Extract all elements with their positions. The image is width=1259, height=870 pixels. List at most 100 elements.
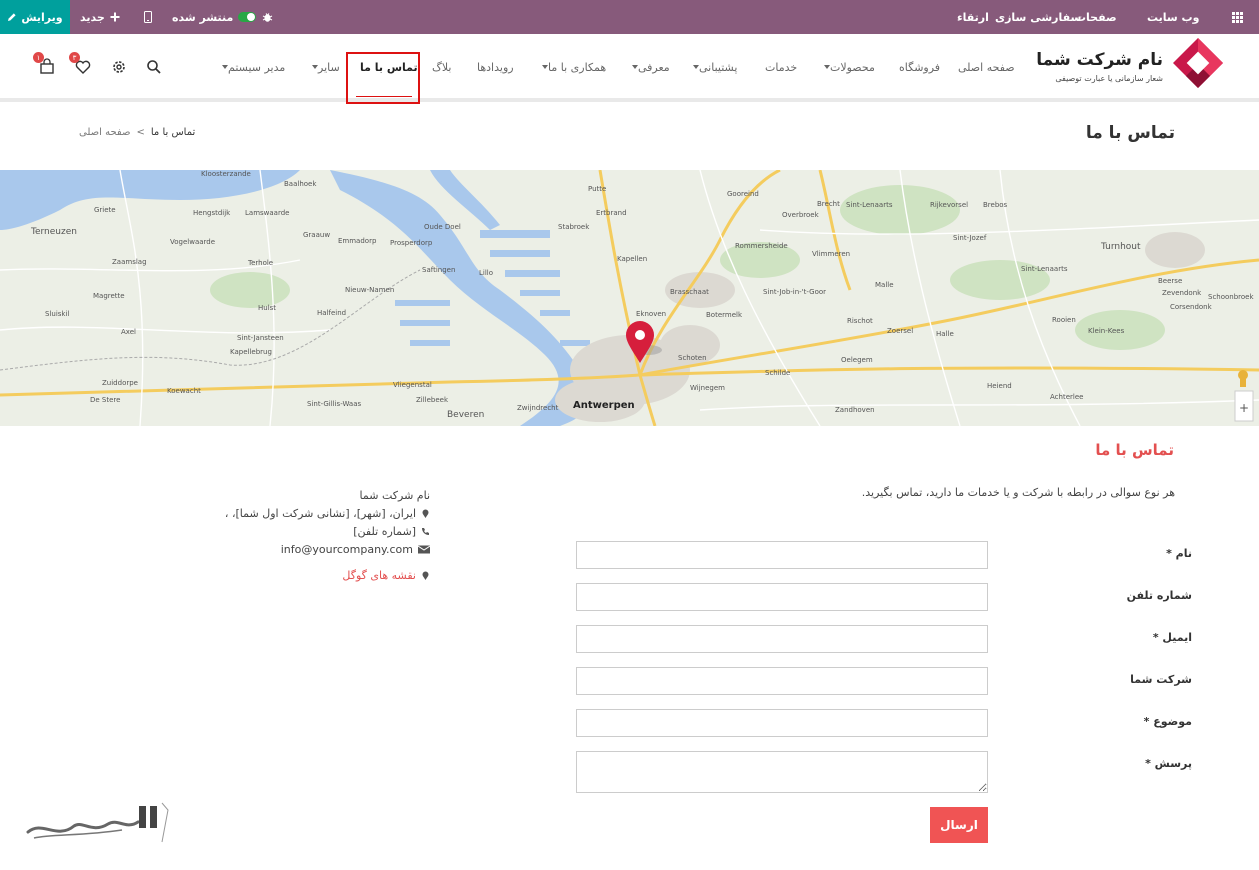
phone-icon xyxy=(422,527,429,535)
email-field[interactable] xyxy=(576,625,988,653)
nav-item-label: همکاری با ما xyxy=(548,60,607,74)
company-field[interactable] xyxy=(576,667,988,695)
phone-field[interactable] xyxy=(576,583,988,611)
map-label: Schilde xyxy=(765,369,791,377)
map-label: Botermelk xyxy=(706,311,743,319)
map-label: Halle xyxy=(936,330,954,338)
gear-icon[interactable] xyxy=(110,58,128,76)
published-label: منتشر شده xyxy=(172,10,234,24)
nav-item-support[interactable]: پشتیبانی xyxy=(690,34,737,100)
watermark-logo xyxy=(26,802,169,843)
info-email[interactable]: info@yourcompany.com xyxy=(281,543,413,556)
email-line: info@yourcompany.com xyxy=(260,540,430,558)
nav-item-label: مدیر سیستم xyxy=(228,60,286,74)
admin-menu-customize[interactable]: سفارشی سازی xyxy=(995,0,1081,34)
map-label: Schoonbroek xyxy=(1208,293,1254,301)
nav-item-about[interactable]: معرفی xyxy=(629,34,670,100)
map-label: Zwijndrecht xyxy=(517,404,559,412)
name-field[interactable] xyxy=(576,541,988,569)
admin-menu-pages-label: صفحات xyxy=(1075,10,1117,24)
map-label: Terhole xyxy=(248,259,274,267)
google-maps-link[interactable]: نقشه های گوگل xyxy=(260,566,430,584)
apps-menu-button[interactable] xyxy=(1232,0,1243,34)
phone-line: [شماره تلفن] xyxy=(260,522,430,540)
admin-menu-pages[interactable]: صفحات xyxy=(1075,0,1117,34)
company-name: نام شرکت شما xyxy=(1036,50,1163,70)
nav-item-services[interactable]: خدمات xyxy=(765,34,797,100)
svg-text:+: + xyxy=(1239,401,1249,415)
new-button[interactable]: جدید xyxy=(80,0,120,34)
nav-item-more[interactable]: سایر xyxy=(309,34,340,100)
map-label: Sint-Lenaarts xyxy=(846,201,893,209)
map-label: Vlimmeren xyxy=(812,250,851,258)
map-label: Zillebeek xyxy=(416,396,449,404)
submit-button[interactable]: ارسال xyxy=(930,807,988,843)
mobile-preview-button[interactable] xyxy=(144,0,152,34)
name-field-label: نام * xyxy=(1166,547,1192,560)
breadcrumb-separator-icon: < xyxy=(136,127,145,138)
map-label: Vliegenstal xyxy=(393,381,432,389)
nav-item-admin-user[interactable]: مدیر سیستم xyxy=(219,34,285,100)
main-navbar: نام شرکت شما شعار سازمانی یا عبارت توصیف… xyxy=(0,34,1259,104)
question-field-label: پرسش * xyxy=(1145,757,1192,770)
contact-section-title: تماس با ما xyxy=(1095,441,1174,459)
map-label: Schoten xyxy=(678,354,707,362)
map-label: Rooien xyxy=(1052,316,1076,324)
nav-item-label: معرفی xyxy=(638,60,670,74)
map-label: Rijkevorsel xyxy=(930,201,969,209)
company-logo[interactable]: نام شرکت شما شعار سازمانی یا عبارت توصیف… xyxy=(1036,36,1225,100)
map-label: Griete xyxy=(94,206,116,214)
map-marker-icon xyxy=(422,571,429,580)
info-address: ایران، [شهر]، [نشانی شرکت اول شما]، ، xyxy=(224,506,416,520)
map-label: Gooreind xyxy=(727,190,759,198)
nav-item-blog[interactable]: بلاگ xyxy=(432,34,451,100)
map-label: Kapellebrug xyxy=(230,348,272,356)
info-phone: [شماره تلفن] xyxy=(353,524,416,538)
map-label: Achterlee xyxy=(1050,393,1084,401)
admin-menu-customize-label: سفارشی سازی xyxy=(995,10,1082,24)
google-map[interactable]: + Kloosterzande Baalhoek Griete Hengstdi… xyxy=(0,170,1259,426)
map-label: Wijnegem xyxy=(690,384,725,392)
cart-count-badge: ۱ xyxy=(33,52,44,63)
published-switch[interactable] xyxy=(238,12,257,22)
company-info-block: نام شرکت شما ایران، [شهر]، [نشانی شرکت ا… xyxy=(225,486,430,584)
mobile-icon xyxy=(144,11,152,23)
site-title[interactable]: وب سایت xyxy=(1147,0,1199,34)
nav-item-home[interactable]: صفحه اصلی xyxy=(958,34,1015,100)
nav-item-products[interactable]: محصولات xyxy=(821,34,875,100)
nav-item-events[interactable]: رویدادها xyxy=(477,34,514,100)
active-nav-underline xyxy=(356,96,412,97)
map-label: De Stere xyxy=(90,396,121,404)
question-field[interactable] xyxy=(576,751,988,793)
company-field-label: شرکت شما xyxy=(1130,673,1192,686)
search-icon[interactable] xyxy=(145,58,163,76)
company-slogan: شعار سازمانی یا عبارت توصیفی xyxy=(1055,74,1163,83)
subject-field[interactable] xyxy=(576,709,988,737)
plus-icon xyxy=(110,12,120,22)
map-label: Stabroek xyxy=(558,223,590,231)
nav-item-label: خدمات xyxy=(765,60,798,74)
logo-mark-icon xyxy=(1173,38,1223,88)
nav-item-shop[interactable]: فروشگاه xyxy=(899,34,940,100)
admin-menu-upgrade[interactable]: ارتقاء xyxy=(957,0,989,34)
nav-item-careers[interactable]: همکاری با ما xyxy=(539,34,606,100)
debug-button[interactable] xyxy=(262,0,273,34)
edit-button[interactable]: ویرایش xyxy=(0,0,70,34)
new-label: جدید xyxy=(80,10,105,24)
site-title-label: وب سایت xyxy=(1147,10,1200,24)
map-label: Turnhout xyxy=(1101,242,1141,252)
map-label: Eknoven xyxy=(636,310,667,318)
map-label: Beveren xyxy=(447,410,485,420)
map-label: Hulst xyxy=(258,304,277,312)
nav-item-label: سایر xyxy=(318,60,340,74)
nav-item-label: صفحه اصلی xyxy=(958,60,1015,74)
map-label: Brebos xyxy=(983,201,1008,209)
publish-toggle[interactable]: منتشر شده xyxy=(172,0,257,34)
company-name-line: نام شرکت شما xyxy=(260,486,430,504)
map-label: Zaamslag xyxy=(112,258,147,266)
map-label: Oude Doel xyxy=(424,223,461,231)
map-label: Vogelwaarde xyxy=(170,238,216,246)
map-label: Lamswaarde xyxy=(245,209,290,217)
breadcrumb-home-link[interactable]: صفحه اصلی xyxy=(79,127,130,138)
nav-item-label: پشتیبانی xyxy=(699,60,738,74)
